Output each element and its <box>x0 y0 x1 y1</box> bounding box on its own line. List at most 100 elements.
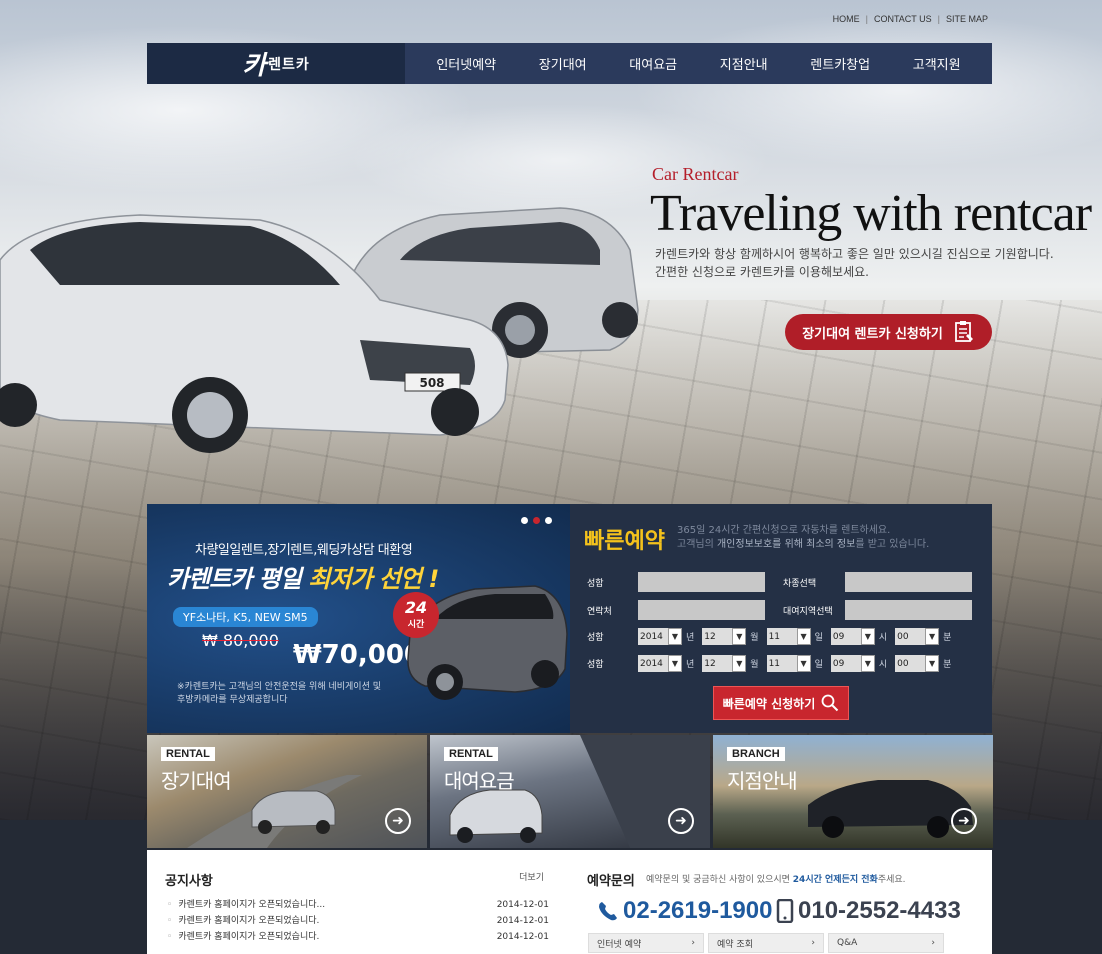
select-value: 2014 <box>640 658 663 669</box>
panel-tag: BRANCH <box>727 747 785 761</box>
separator: | <box>865 14 868 24</box>
select-value: 09 <box>832 631 845 642</box>
nav-item-customer-support[interactable]: 고객지원 <box>913 54 961 73</box>
unit-day: 일 <box>814 633 823 643</box>
end-month-select[interactable]: 12 ▼ <box>702 655 747 672</box>
unit-hour: 시 <box>878 633 888 643</box>
start-month-select[interactable]: 12 ▼ <box>702 628 747 645</box>
nav-item-long-term-rental[interactable]: 장기대여 <box>539 54 587 73</box>
phone-number-mobile[interactable]: 010-2552-4433 <box>776 897 961 925</box>
internet-reservation-link[interactable]: 인터넷 예약 › <box>588 933 704 953</box>
end-year-select[interactable]: 2014 ▼ <box>638 655 682 672</box>
chevron-down-icon: ▼ <box>796 655 811 672</box>
mobile-phone-icon <box>776 899 794 923</box>
contact-input[interactable] <box>638 600 765 620</box>
hero-subtitle: Car Rentcar <box>652 164 739 184</box>
select-value: 2014 <box>640 631 663 642</box>
slider-dot[interactable] <box>545 517 552 524</box>
quick-desc-2b: 개인정보보호를 위해 최소의 정보 <box>716 539 856 550</box>
slider-dots <box>521 517 552 524</box>
chevron-down-icon: ▼ <box>796 628 811 645</box>
notice-title: 공지사항 <box>165 874 213 889</box>
home-link[interactable]: HOME <box>833 14 860 24</box>
unit-minute: 분 <box>943 660 952 670</box>
notice-item-title[interactable]: 카렌트카 홈페이지가 오픈되었습니다. <box>178 932 319 942</box>
chevron-down-icon: ▼ <box>860 655 875 672</box>
car-type-select[interactable] <box>845 572 972 592</box>
chevron-down-icon: ▼ <box>925 628 940 645</box>
long-term-rental-apply-button[interactable]: 장기대여 렌트카 신청하기 <box>785 314 992 350</box>
region-select[interactable] <box>845 600 972 620</box>
link-label: Q&A <box>837 938 858 948</box>
quick-desc-2a: 고객님의 <box>677 539 717 550</box>
car-type-label: 차종선택 <box>783 578 817 589</box>
arrow-right-icon[interactable]: ➜ <box>385 808 411 834</box>
sitemap-link[interactable]: SITE MAP <box>946 14 988 24</box>
chevron-down-icon: ▼ <box>668 628 682 645</box>
nav-item-franchise[interactable]: 렌트카창업 <box>810 54 870 73</box>
notice-item-title[interactable]: 카렌트카 홈페이지가 오픈되었습니다... <box>178 900 325 910</box>
panel-branch-info[interactable]: BRANCH 지점안내 ➜ <box>713 735 993 848</box>
arrow-right-icon[interactable]: ➜ <box>951 808 977 834</box>
nav-item-branches[interactable]: 지점안내 <box>720 54 768 73</box>
notice-more-link[interactable]: 더보기 <box>519 870 544 883</box>
panel-title: 장기대여 <box>161 769 232 793</box>
promo-note-line-2: 후방카메라를 무상제공합니다 <box>177 695 288 705</box>
unit-day: 일 <box>814 660 823 670</box>
unit-year: 년 <box>686 633 695 643</box>
phone-number-landline[interactable]: 02-2619-1900 <box>597 897 772 925</box>
slider-dot[interactable] <box>521 517 528 524</box>
logo-mark: 카 <box>242 51 267 81</box>
end-hour-select[interactable]: 09 ▼ <box>830 655 875 672</box>
promo-headline-a: 카렌트카 평일 <box>167 565 309 593</box>
start-day-select[interactable]: 11 ▼ <box>766 628 811 645</box>
chevron-down-icon: ▼ <box>732 628 747 645</box>
select-value: 00 <box>897 631 909 642</box>
link-label: 예약 조회 <box>717 939 753 950</box>
slider-dot-active[interactable] <box>533 517 540 524</box>
qna-link[interactable]: Q&A › <box>828 933 944 953</box>
end-date-label: 성함 <box>587 660 604 670</box>
top-links: HOME | CONTACT US | SITE MAP <box>833 14 988 24</box>
form-row-contact: 연락처 대여지역선택 <box>587 600 972 620</box>
logo[interactable]: 카 렌트카 <box>147 43 405 84</box>
notice-list: ◦ 카렌트카 홈페이지가 오픈되었습니다... 2014-12-01 ◦ 카렌트카 홈… <box>167 897 549 945</box>
start-hour-select[interactable]: 09 ▼ <box>830 628 875 645</box>
panel-long-term-rental[interactable]: RENTAL 장기대여 ➜ <box>147 735 427 848</box>
quick-button-label: 빠른예약 신청하기 <box>722 696 816 711</box>
notice-board: 공지사항 더보기 ◦ 카렌트카 홈페이지가 오픈되었습니다... 2014-12-0… <box>147 850 560 954</box>
panel-rental-rates[interactable]: RENTAL 대여요금 ➜ <box>430 735 710 848</box>
badge-number: 24 <box>404 598 428 617</box>
inquiry-desc-a: 예약문의 및 궁금하신 사항이 있으시면 <box>646 875 793 885</box>
end-day-select[interactable]: 11 ▼ <box>766 655 811 672</box>
chevron-down-icon: ▼ <box>860 628 875 645</box>
hero-title: Traveling with rentcar <box>650 185 1092 242</box>
arrow-right-icon[interactable]: ➜ <box>668 808 694 834</box>
start-year-select[interactable]: 2014 ▼ <box>638 628 682 645</box>
phone-2-text: 010-2552-4433 <box>798 897 961 924</box>
phone-icon <box>599 902 617 921</box>
inquiry-desc-b: 24시간 언제든지 전화 <box>792 875 878 885</box>
end-minute-select[interactable]: 00 ▼ <box>895 655 940 672</box>
quick-reservation-submit-button[interactable]: 빠른예약 신청하기 <box>713 686 849 720</box>
inquiry-links: 인터넷 예약 › 예약 조회 › Q&A › <box>588 933 944 953</box>
panel-title: 대여요금 <box>444 769 515 793</box>
notice-item-date: 2014-12-01 <box>496 916 549 926</box>
notice-item-title[interactable]: 카렌트카 홈페이지가 오픈되었습니다. <box>178 916 319 926</box>
name-label: 성함 <box>587 578 604 589</box>
promo-banner[interactable]: 차량일일렌트,장기렌트,웨딩카상담 대환영 카렌트카 평일 최저가 선언 ! Y… <box>147 504 570 733</box>
reservation-lookup-link[interactable]: 예약 조회 › <box>708 933 824 953</box>
form-row-name: 성함 차종선택 <box>587 572 972 592</box>
promo-car-image <box>407 585 568 700</box>
contact-link[interactable]: CONTACT US <box>874 14 932 24</box>
name-input[interactable] <box>638 572 765 592</box>
chevron-down-icon: ▼ <box>925 655 940 672</box>
nav-item-internet-reservation[interactable]: 인터넷예약 <box>436 54 496 73</box>
hero-description: 카렌트카와 항상 함께하시어 행복하고 좋은 일만 있으시길 진심으로 기원합니… <box>655 245 1054 281</box>
start-minute-select[interactable]: 00 ▼ <box>895 628 940 645</box>
hero-desc-line-2: 간편한 신청으로 카렌트카를 이용해보세요. <box>655 265 869 279</box>
select-value: 12 <box>704 631 716 642</box>
notice-item: ◦ 카렌트카 홈페이지가 오픈되었습니다. 2014-12-01 <box>167 929 549 945</box>
region-label: 대여지역선택 <box>783 606 833 617</box>
nav-item-rental-rates[interactable]: 대여요금 <box>629 54 677 73</box>
